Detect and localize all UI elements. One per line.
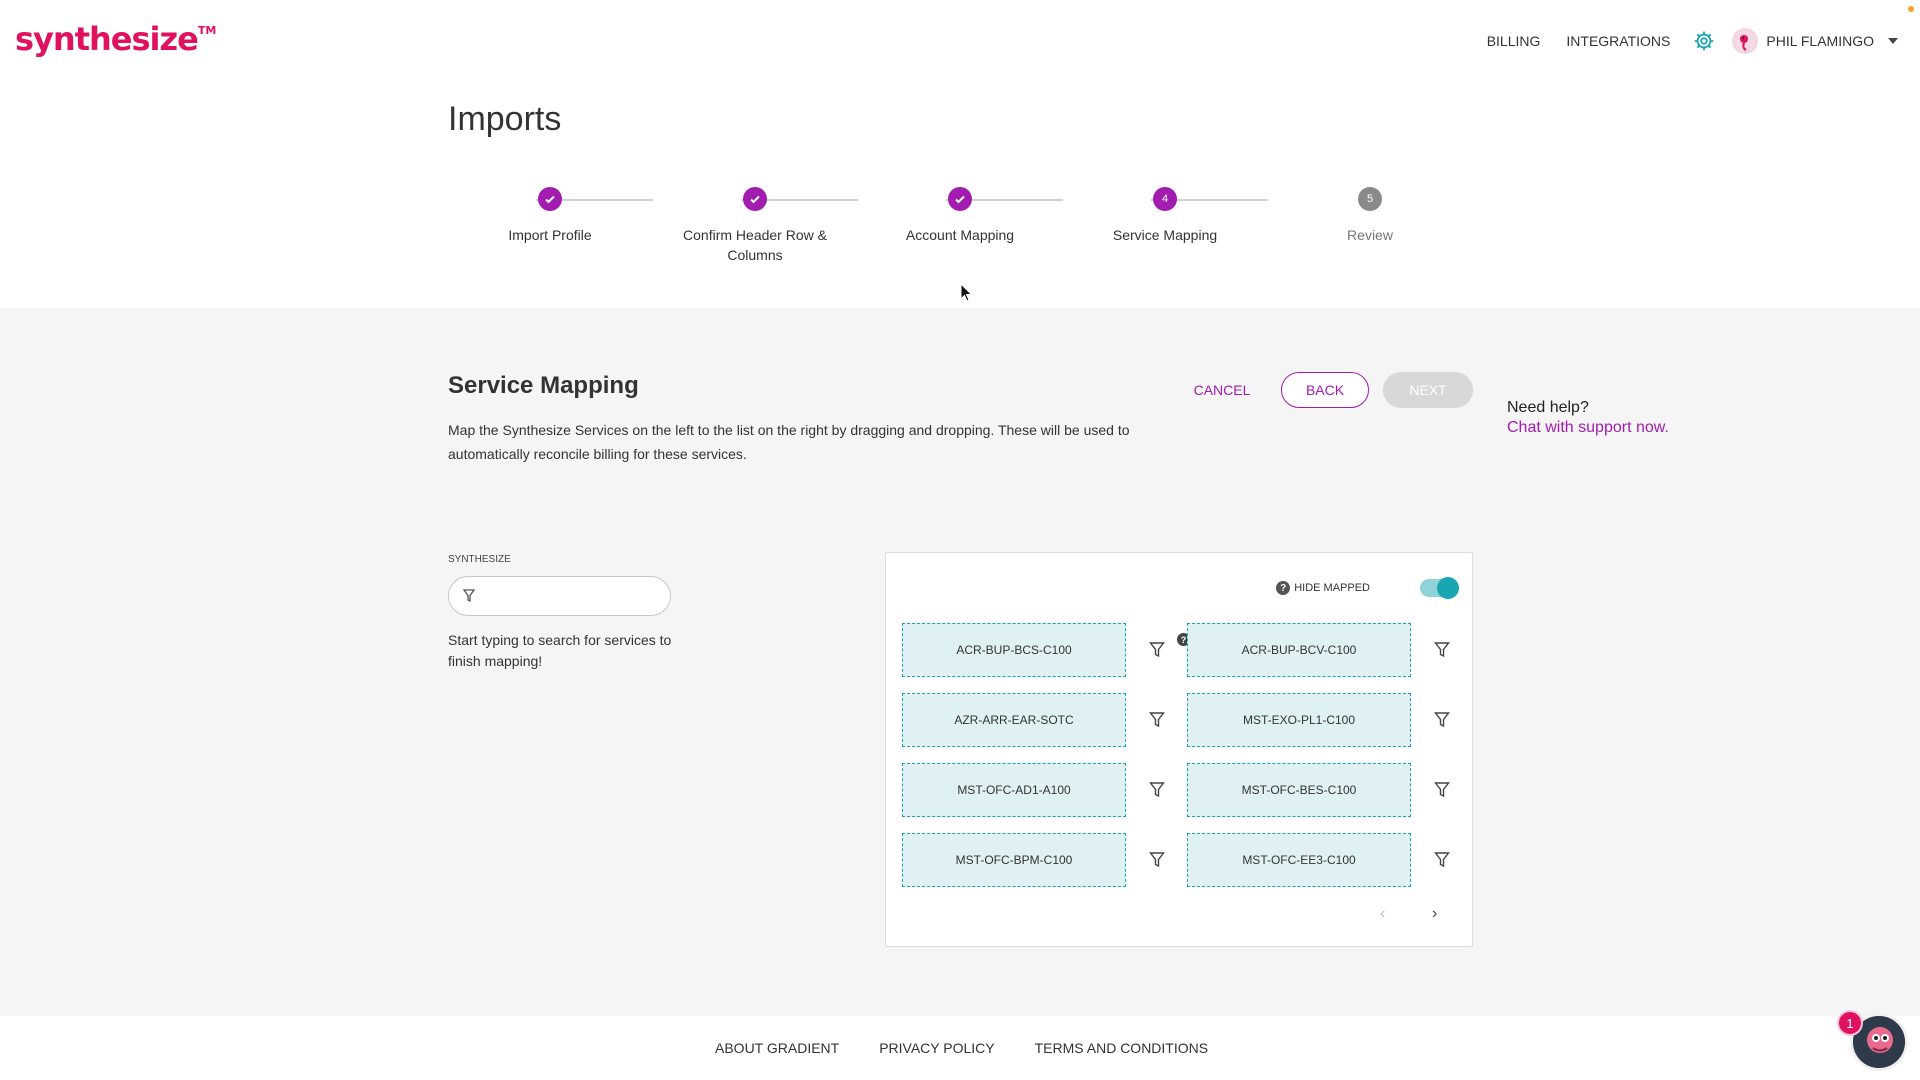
vendor-service-chip[interactable]: MST-OFC-EE3-C100 (1187, 833, 1411, 887)
mapping-row: MST-OFC-BPM-C100 MST-OFC-EE3-C100 (902, 833, 1458, 887)
step-import-profile[interactable]: Import Profile (470, 186, 630, 245)
billing-link[interactable]: BILLING (1487, 33, 1541, 49)
user-avatar[interactable] (1732, 28, 1759, 54)
section-description: Map the Synthesize Services on the left … (448, 422, 1130, 462)
vendor-service-chip[interactable]: MST-OFC-BES-C100 (1187, 763, 1411, 817)
filter-icon[interactable] (1434, 851, 1450, 869)
section-title: Service Mapping (448, 372, 639, 399)
synthesize-service-chip[interactable]: MST-OFC-BPM-C100 (902, 833, 1126, 887)
chat-notification-badge: 1 (1837, 1010, 1863, 1036)
toggle-knob (1437, 577, 1459, 599)
step-service-mapping[interactable]: 4 Service Mapping (1085, 186, 1245, 245)
synthesize-label: SYNTHESIZE (448, 554, 511, 565)
footer-links: ABOUT GRADIENT PRIVACY POLICY TERMS AND … (715, 1040, 1248, 1056)
chevron-left-icon[interactable]: ‹ (1380, 905, 1385, 923)
filter-icon[interactable] (1434, 781, 1450, 799)
logo-text: synthesize (15, 20, 199, 58)
privacy-policy-link[interactable]: PRIVACY POLICY (879, 1040, 994, 1056)
step-confirm-header[interactable]: Confirm Header Row & Columns (675, 186, 835, 265)
vendor-service-chip[interactable]: ACR-BUP-BCV-C100 (1187, 623, 1411, 677)
mapping-row: ACR-BUP-BCS-C100 ? ACR-BUP-BCV-C100 (902, 623, 1458, 677)
hide-mapped-label: HIDE MAPPED (1294, 582, 1370, 594)
mapping-row: MST-OFC-AD1-A100 MST-OFC-BES-C100 (902, 763, 1458, 817)
filter-icon[interactable] (1434, 711, 1450, 729)
step-number: 4 (1153, 187, 1177, 211)
step-number: 5 (1358, 187, 1382, 211)
filter-icon[interactable] (1434, 641, 1450, 659)
user-menu-name[interactable]: PHIL FLAMINGO (1766, 33, 1874, 49)
step-label: Service Mapping (1112, 227, 1218, 243)
step-label: Account Mapping (905, 227, 1015, 243)
filter-icon (463, 589, 475, 603)
vendor-service-chip[interactable]: MST-EXO-PL1-C100 (1187, 693, 1411, 747)
mapping-row: AZR-ARR-EAR-SOTC MST-EXO-PL1-C100 (902, 693, 1458, 747)
help-question: Need help? (1507, 399, 1589, 416)
synthesize-service-chip[interactable]: ACR-BUP-BCS-C100 (902, 623, 1126, 677)
cancel-button[interactable]: CANCEL (1180, 372, 1264, 408)
mapping-panel: ? HIDE MAPPED ACR-BUP-BCS-C100 ? ACR-BUP… (885, 552, 1473, 947)
step-account-mapping[interactable]: Account Mapping (880, 186, 1040, 245)
step-review: 5 Review (1290, 186, 1450, 245)
synthesize-service-chip[interactable]: AZR-ARR-EAR-SOTC (902, 693, 1126, 747)
help-icon[interactable]: ? (1276, 581, 1291, 595)
step-label: Review (1347, 227, 1393, 243)
synthesize-logo[interactable]: synthesizeTM (15, 20, 216, 58)
top-nav: BILLING INTEGRATIONS PHIL FLAMINGO (1461, 28, 1898, 54)
synthesize-service-chip[interactable]: MST-OFC-AD1-A100 (902, 763, 1126, 817)
step-label: Import Profile (508, 227, 592, 243)
import-stepper: Import Profile Confirm Header Row & Colu… (448, 186, 1472, 276)
gear-icon[interactable] (1692, 29, 1716, 53)
check-icon (948, 187, 972, 211)
synthesize-search-field[interactable] (448, 576, 671, 616)
about-gradient-link[interactable]: ABOUT GRADIENT (715, 1040, 839, 1056)
back-button[interactable]: BACK (1281, 372, 1369, 408)
help-box: Need help? Chat with support now. (1507, 398, 1669, 438)
integrations-link[interactable]: INTEGRATIONS (1566, 33, 1670, 49)
filter-icon[interactable] (1149, 851, 1165, 869)
filter-icon[interactable] (1149, 711, 1165, 729)
search-hint: Start typing to search for services to f… (448, 632, 672, 669)
chat-support-link[interactable]: Chat with support now. (1507, 418, 1669, 438)
logo-trademark: TM (197, 24, 217, 37)
chevron-down-icon[interactable] (1888, 38, 1898, 44)
notification-dot (1908, 6, 1914, 12)
step-label: Confirm Header Row & Columns (683, 227, 827, 263)
hide-mapped-toggle[interactable] (1420, 577, 1459, 599)
footer: ABOUT GRADIENT PRIVACY POLICY TERMS AND … (0, 1016, 1920, 1080)
check-icon (538, 187, 562, 211)
filter-icon[interactable] (1149, 641, 1165, 659)
mouse-cursor-icon (960, 283, 973, 302)
page-title: Imports (448, 100, 562, 138)
synthesize-search-input[interactable] (485, 585, 655, 609)
filter-icon[interactable] (1149, 781, 1165, 799)
top-bar: synthesizeTM BILLING INTEGRATIONS PHIL F… (0, 0, 1920, 84)
next-button: NEXT (1383, 372, 1473, 408)
hide-mapped-control: ? HIDE MAPPED (1276, 581, 1370, 595)
check-icon (743, 187, 767, 211)
chevron-right-icon[interactable]: › (1432, 905, 1437, 923)
terms-link[interactable]: TERMS AND CONDITIONS (1035, 1040, 1208, 1056)
